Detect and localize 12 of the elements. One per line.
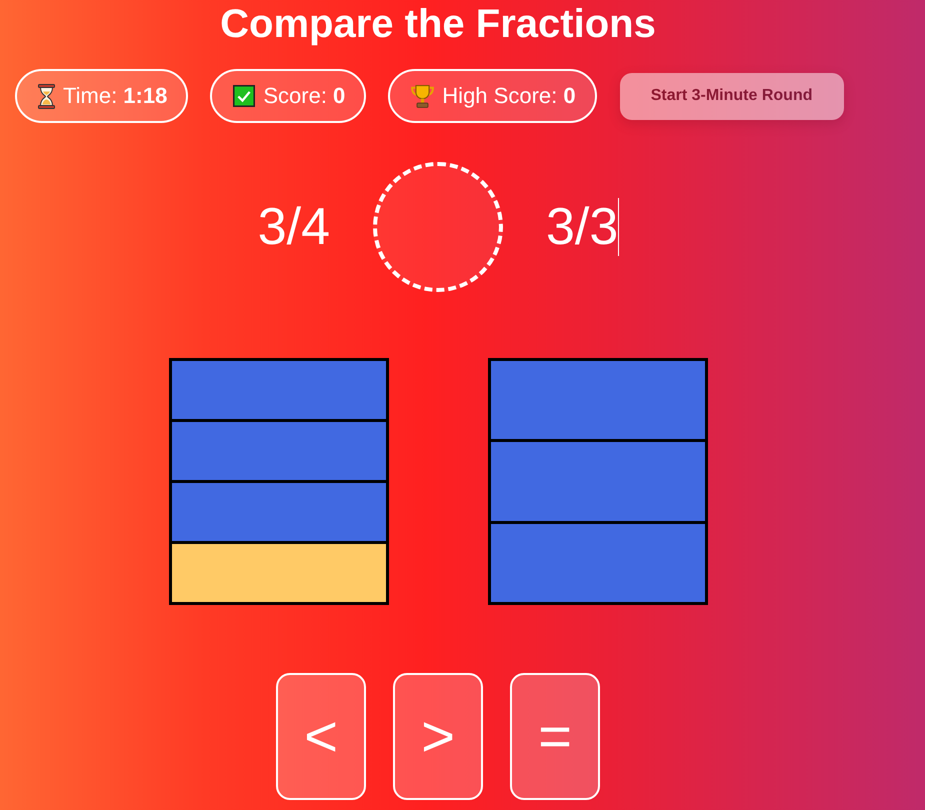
timer-text: Time: 1:18 [63,83,168,109]
fraction-label: 3/4 [258,197,330,257]
page-title: Compare the Fractions [219,1,657,48]
compare-button[interactable]: > [393,673,483,800]
checkmark-icon [233,85,256,107]
compare-button[interactable]: = [510,673,600,800]
fraction-label: 3/3 [546,197,618,257]
high-score-text: High Score: 0 [442,83,576,109]
hourglass-icon [38,84,55,108]
score-text: Score: 0 [263,83,346,109]
trophy-icon [411,84,434,108]
compare-button[interactable]: < [276,673,366,800]
